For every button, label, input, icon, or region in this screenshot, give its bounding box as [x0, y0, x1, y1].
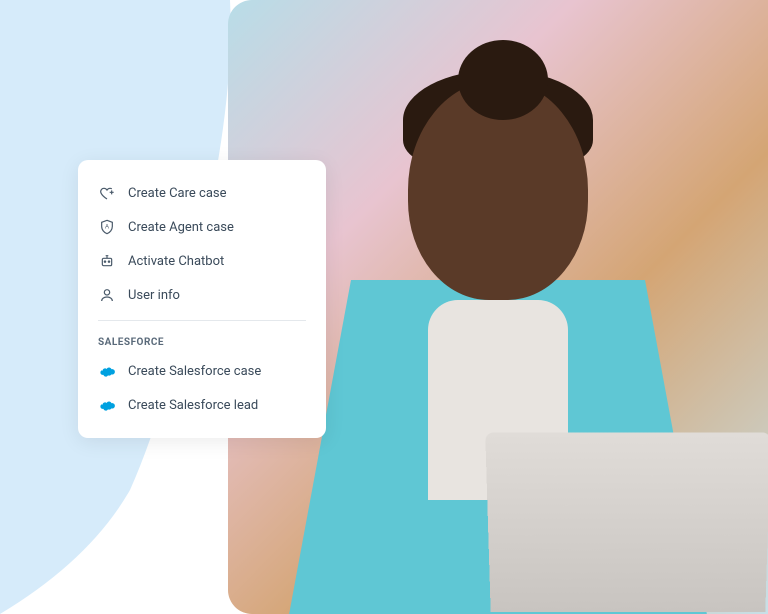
menu-item-label: Create Salesforce lead — [128, 398, 258, 413]
menu-item-label: Create Salesforce case — [128, 364, 261, 379]
chatbot-icon — [98, 252, 116, 270]
menu-item-create-salesforce-case[interactable]: Create Salesforce case — [78, 354, 326, 388]
menu-section-label: SALESFORCE — [78, 329, 326, 354]
agent-shield-icon: A — [98, 218, 116, 236]
menu-divider — [98, 320, 306, 321]
salesforce-icon — [98, 362, 116, 380]
menu-item-label: Activate Chatbot — [128, 254, 224, 269]
menu-item-create-agent-case[interactable]: A Create Agent case — [78, 210, 326, 244]
menu-item-activate-chatbot[interactable]: Activate Chatbot — [78, 244, 326, 278]
menu-item-label: Create Agent case — [128, 220, 234, 235]
menu-item-label: Create Care case — [128, 186, 227, 201]
menu-item-create-salesforce-lead[interactable]: Create Salesforce lead — [78, 388, 326, 422]
menu-item-label: User info — [128, 288, 180, 303]
user-icon — [98, 286, 116, 304]
salesforce-icon — [98, 396, 116, 414]
actions-menu: Create Care case A Create Agent case Act… — [78, 160, 326, 438]
menu-item-create-care-case[interactable]: Create Care case — [78, 176, 326, 210]
menu-item-user-info[interactable]: User info — [78, 278, 326, 312]
svg-text:A: A — [105, 224, 109, 230]
care-icon — [98, 184, 116, 202]
